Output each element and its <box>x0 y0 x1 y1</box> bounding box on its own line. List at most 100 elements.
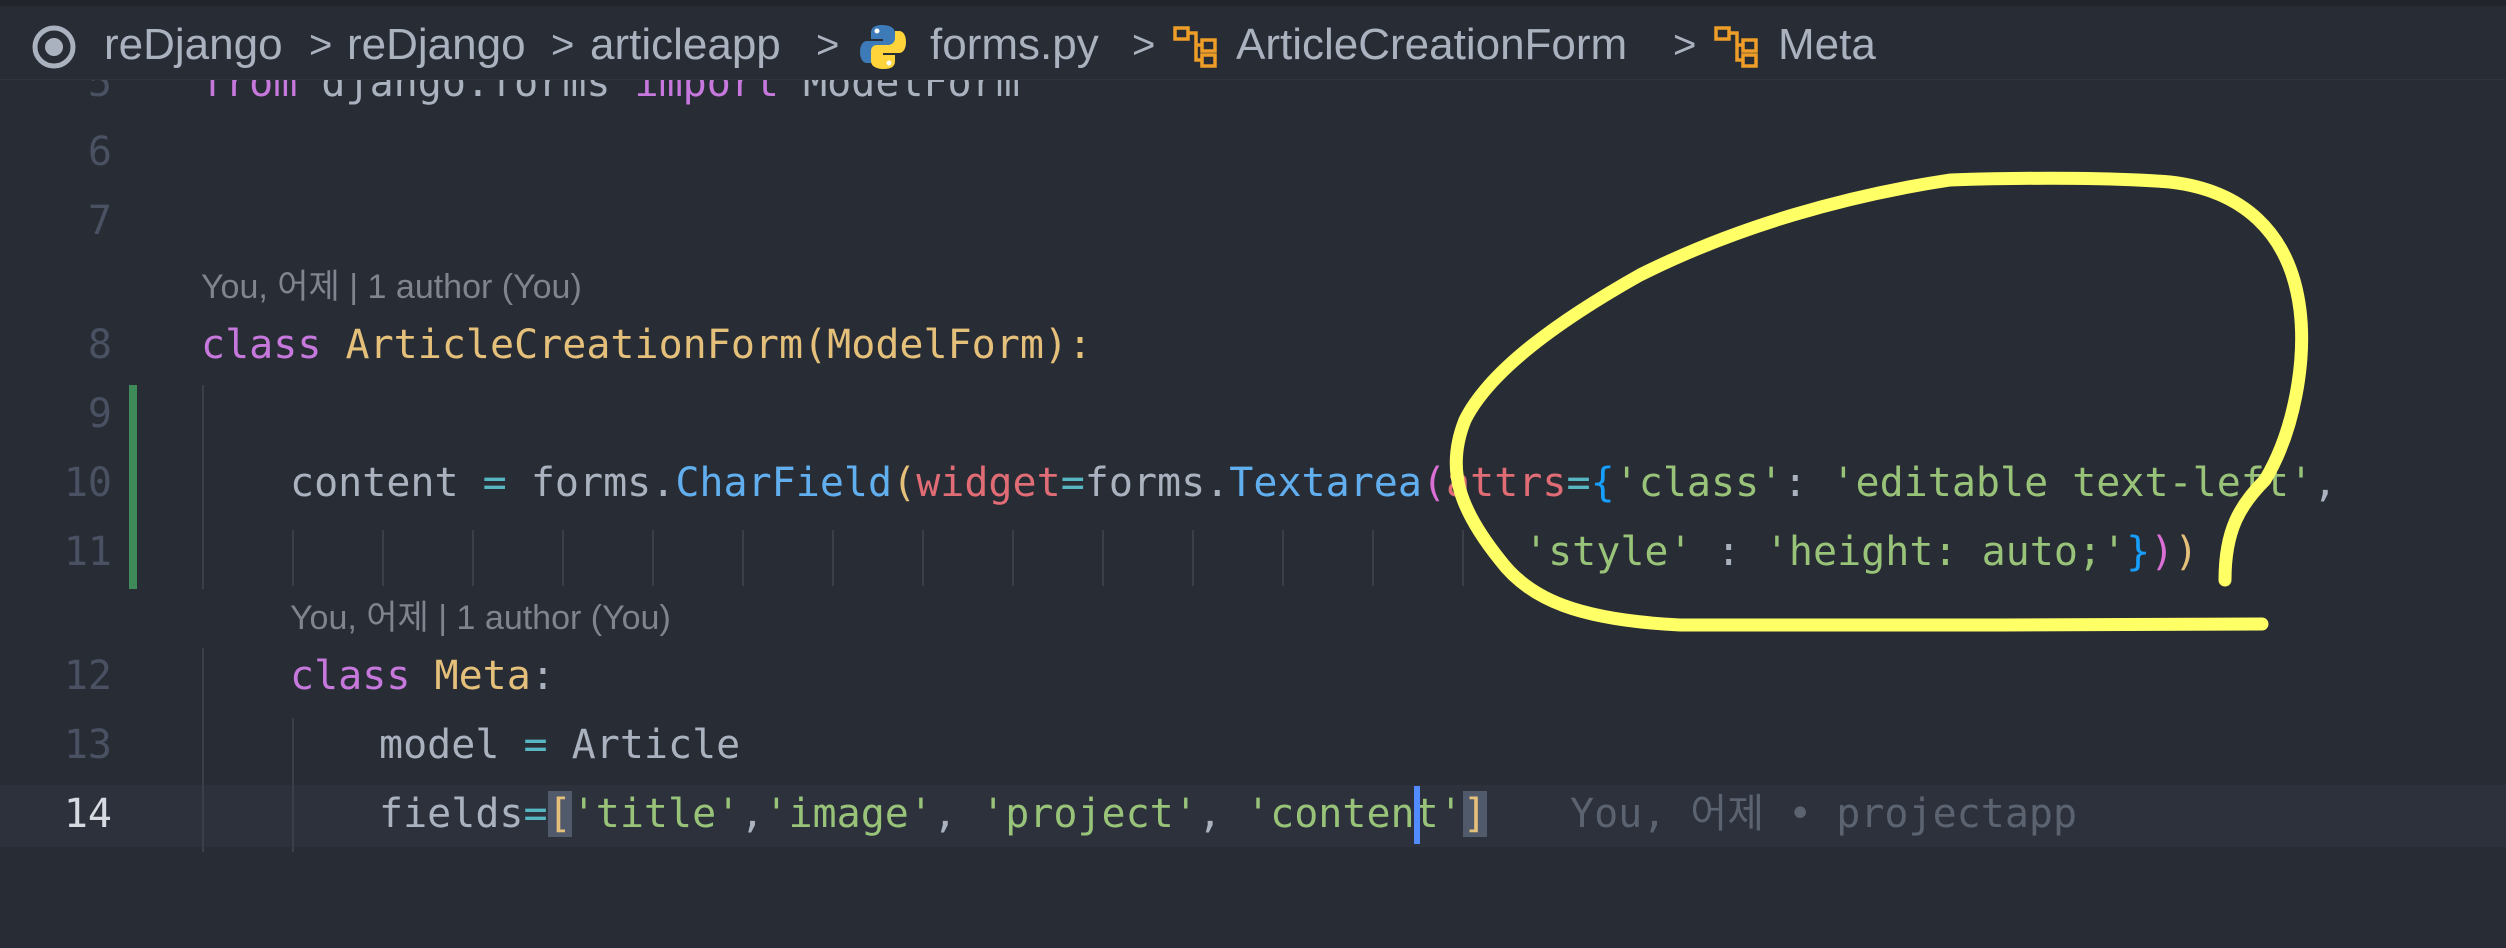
breadcrumb-item-folder[interactable]: articleapp <box>590 0 781 90</box>
line-number[interactable]: 9 <box>0 384 112 444</box>
code-token: . <box>651 460 676 506</box>
indent-guide <box>1192 530 1194 586</box>
code-token: model <box>379 722 500 768</box>
code-token: fields <box>379 791 524 837</box>
code-token: ) <box>2150 529 2175 575</box>
codelens-author[interactable]: You, 어제 | 1 author (You) <box>290 593 671 643</box>
code-token: } <box>2126 529 2151 575</box>
code-token: , <box>740 791 765 837</box>
code-token: ): <box>1043 322 1093 368</box>
breadcrumb: reDjango > reDjango > articleapp > forms… <box>0 0 2506 80</box>
code-token: , <box>2313 460 2338 506</box>
code-editor[interactable]: 5 6 7 8 9 10 11 12 13 14 from django.for… <box>0 0 2506 948</box>
code-token: : <box>1783 460 1832 506</box>
indent-guide <box>292 718 294 852</box>
indent-guide <box>1372 530 1374 586</box>
indent-guide <box>382 530 384 586</box>
breadcrumb-item-file[interactable]: forms.py <box>930 0 1099 90</box>
code-token: Meta <box>434 653 531 699</box>
line-number[interactable]: 11 <box>0 522 112 582</box>
code-line-11[interactable]: 'style' : 'height: auto;'})) <box>1524 522 2198 582</box>
symbol-class-icon <box>1172 0 1222 90</box>
code-line-13[interactable]: model = Article <box>379 715 740 775</box>
code-token: content <box>290 460 459 506</box>
indent-guide <box>1462 530 1464 586</box>
code-line-14[interactable]: fields=['title','image', 'project', 'con… <box>379 784 1487 844</box>
code-line-12[interactable]: class Meta: <box>290 646 555 706</box>
code-token: ( <box>1421 460 1447 506</box>
breadcrumb-item-folder[interactable]: reDjango <box>347 0 526 90</box>
indent-guide <box>1102 530 1104 586</box>
code-token: widget <box>916 460 1061 506</box>
line-number[interactable]: 10 <box>0 453 112 513</box>
code-token: { <box>1590 460 1615 506</box>
code-line-8[interactable]: class ArticleCreationForm(ModelForm): <box>201 315 1092 375</box>
breadcrumb-item-class[interactable]: ArticleCreationForm <box>1236 0 1627 90</box>
code-token: ArticleCreationForm <box>345 322 804 368</box>
symbol-class-icon <box>1713 0 1763 90</box>
inline-git-blame: You, 어제 • projectapp <box>1570 791 2078 837</box>
chevron-right-icon: > <box>1673 23 1697 67</box>
code-token: = <box>499 722 572 768</box>
code-token: Textarea <box>1229 460 1422 506</box>
code-token: = <box>523 791 548 837</box>
indent-guide <box>202 648 204 852</box>
code-token: . <box>1205 460 1230 506</box>
indent-guide <box>652 530 654 586</box>
bracket-match: [ <box>547 791 572 837</box>
code-token: : <box>1692 529 1765 575</box>
indent-guide <box>292 530 294 586</box>
indent-guide <box>922 530 924 586</box>
code-token: = <box>1566 460 1591 506</box>
line-number[interactable]: 6 <box>0 122 112 182</box>
codelens-author[interactable]: You, 어제 | 1 author (You) <box>201 262 582 312</box>
code-token: ) <box>2174 529 2199 575</box>
code-token: forms <box>530 460 652 506</box>
indent-guide <box>472 530 474 586</box>
circle-dot-icon[interactable] <box>30 0 78 90</box>
chevron-right-icon: > <box>816 23 840 67</box>
code-token: = <box>1060 460 1085 506</box>
chevron-right-icon: > <box>1132 23 1156 67</box>
code-token: Article <box>571 722 741 768</box>
line-number[interactable]: 12 <box>0 646 112 706</box>
text-cursor <box>1414 786 1420 844</box>
modified-lines-indicator[interactable] <box>129 385 137 589</box>
code-token: 'class' <box>1614 460 1784 506</box>
code-token: 'editable text-left' <box>1831 460 2314 506</box>
indent-guide <box>832 530 834 586</box>
code-token: = <box>458 460 531 506</box>
code-token: 'content' <box>1246 791 1463 837</box>
code-token: 'project' <box>981 791 1198 837</box>
code-token: 'title' <box>571 791 741 837</box>
breadcrumb-item-workspace[interactable]: reDjango <box>104 0 283 90</box>
breadcrumb-item-class[interactable]: Meta <box>1778 0 1876 90</box>
indent-guide <box>1012 530 1014 586</box>
line-number[interactable]: 13 <box>0 715 112 775</box>
code-token: class <box>201 322 322 368</box>
indent-guide <box>742 530 744 586</box>
indent-guide <box>202 385 204 589</box>
line-number-active[interactable]: 14 <box>0 784 112 844</box>
code-token: ( <box>803 322 828 368</box>
code-token: attrs <box>1446 460 1567 506</box>
code-token: forms <box>1084 460 1206 506</box>
indent-guide <box>562 530 564 586</box>
line-number[interactable]: 8 <box>0 315 112 375</box>
indent-guide <box>1282 530 1284 586</box>
code-token: 'image' <box>764 791 933 837</box>
line-number[interactable]: 7 <box>0 191 112 251</box>
code-token: class <box>290 653 411 699</box>
code-token: 'height: auto;' <box>1764 529 2127 575</box>
code-token: ( <box>892 460 917 506</box>
code-token: : <box>530 653 555 699</box>
code-token: , <box>1197 791 1247 837</box>
code-token: , <box>932 791 982 837</box>
code-token: ModelForm <box>827 322 1044 368</box>
code-token: CharField <box>675 460 893 506</box>
code-line-10[interactable]: content = forms.CharField(widget=forms.T… <box>290 453 2337 513</box>
python-icon <box>858 0 908 90</box>
code-token: 'style' <box>1524 529 1693 575</box>
